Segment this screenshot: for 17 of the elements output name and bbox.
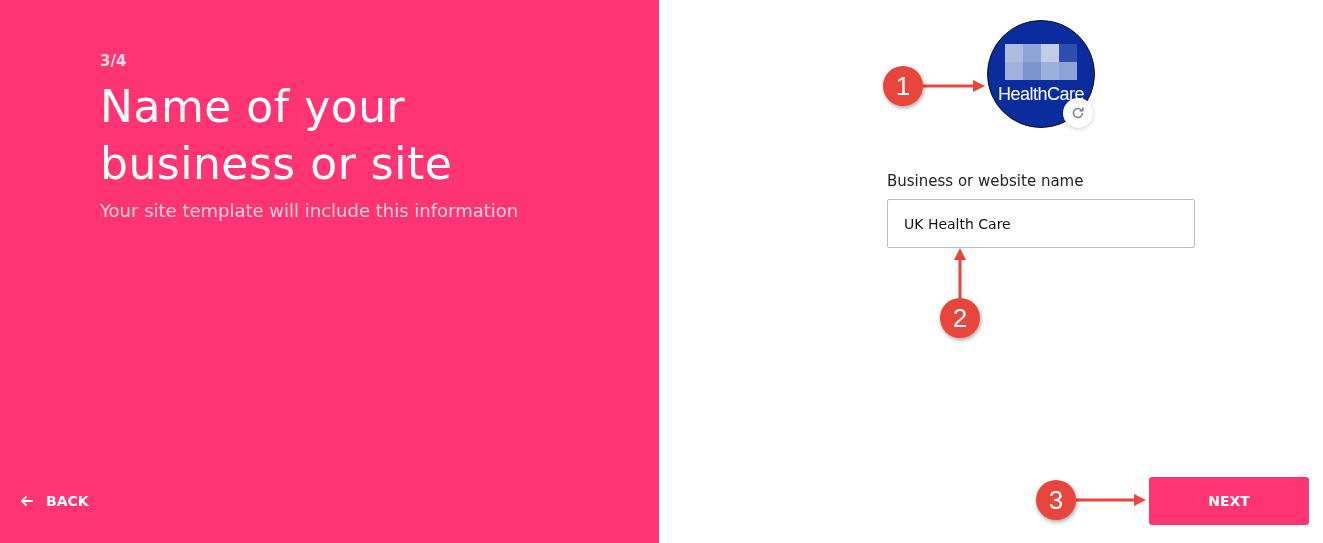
- annotation-arrow: [923, 80, 985, 92]
- arrow-left-icon: [20, 495, 34, 507]
- refresh-icon: [1071, 106, 1085, 120]
- back-button[interactable]: BACK: [18, 489, 91, 513]
- business-name-field[interactable]: UK Health Care: [887, 199, 1195, 248]
- callout-number: 2: [940, 298, 980, 338]
- refresh-button[interactable]: [1063, 98, 1093, 128]
- business-logo: HealthCare: [987, 20, 1095, 128]
- next-button[interactable]: NEXT: [1149, 477, 1309, 525]
- field-label: Business or website name: [887, 172, 1085, 190]
- callout-number: 1: [883, 66, 923, 106]
- callout-number: 3: [1036, 480, 1076, 520]
- page-title: Name of your business or site: [100, 80, 454, 191]
- page-subtitle: Your site template will include this information: [100, 200, 520, 221]
- annotation-arrow: [1076, 494, 1146, 506]
- annotation-arrow: [954, 248, 966, 298]
- step-counter: 3/4: [100, 52, 128, 70]
